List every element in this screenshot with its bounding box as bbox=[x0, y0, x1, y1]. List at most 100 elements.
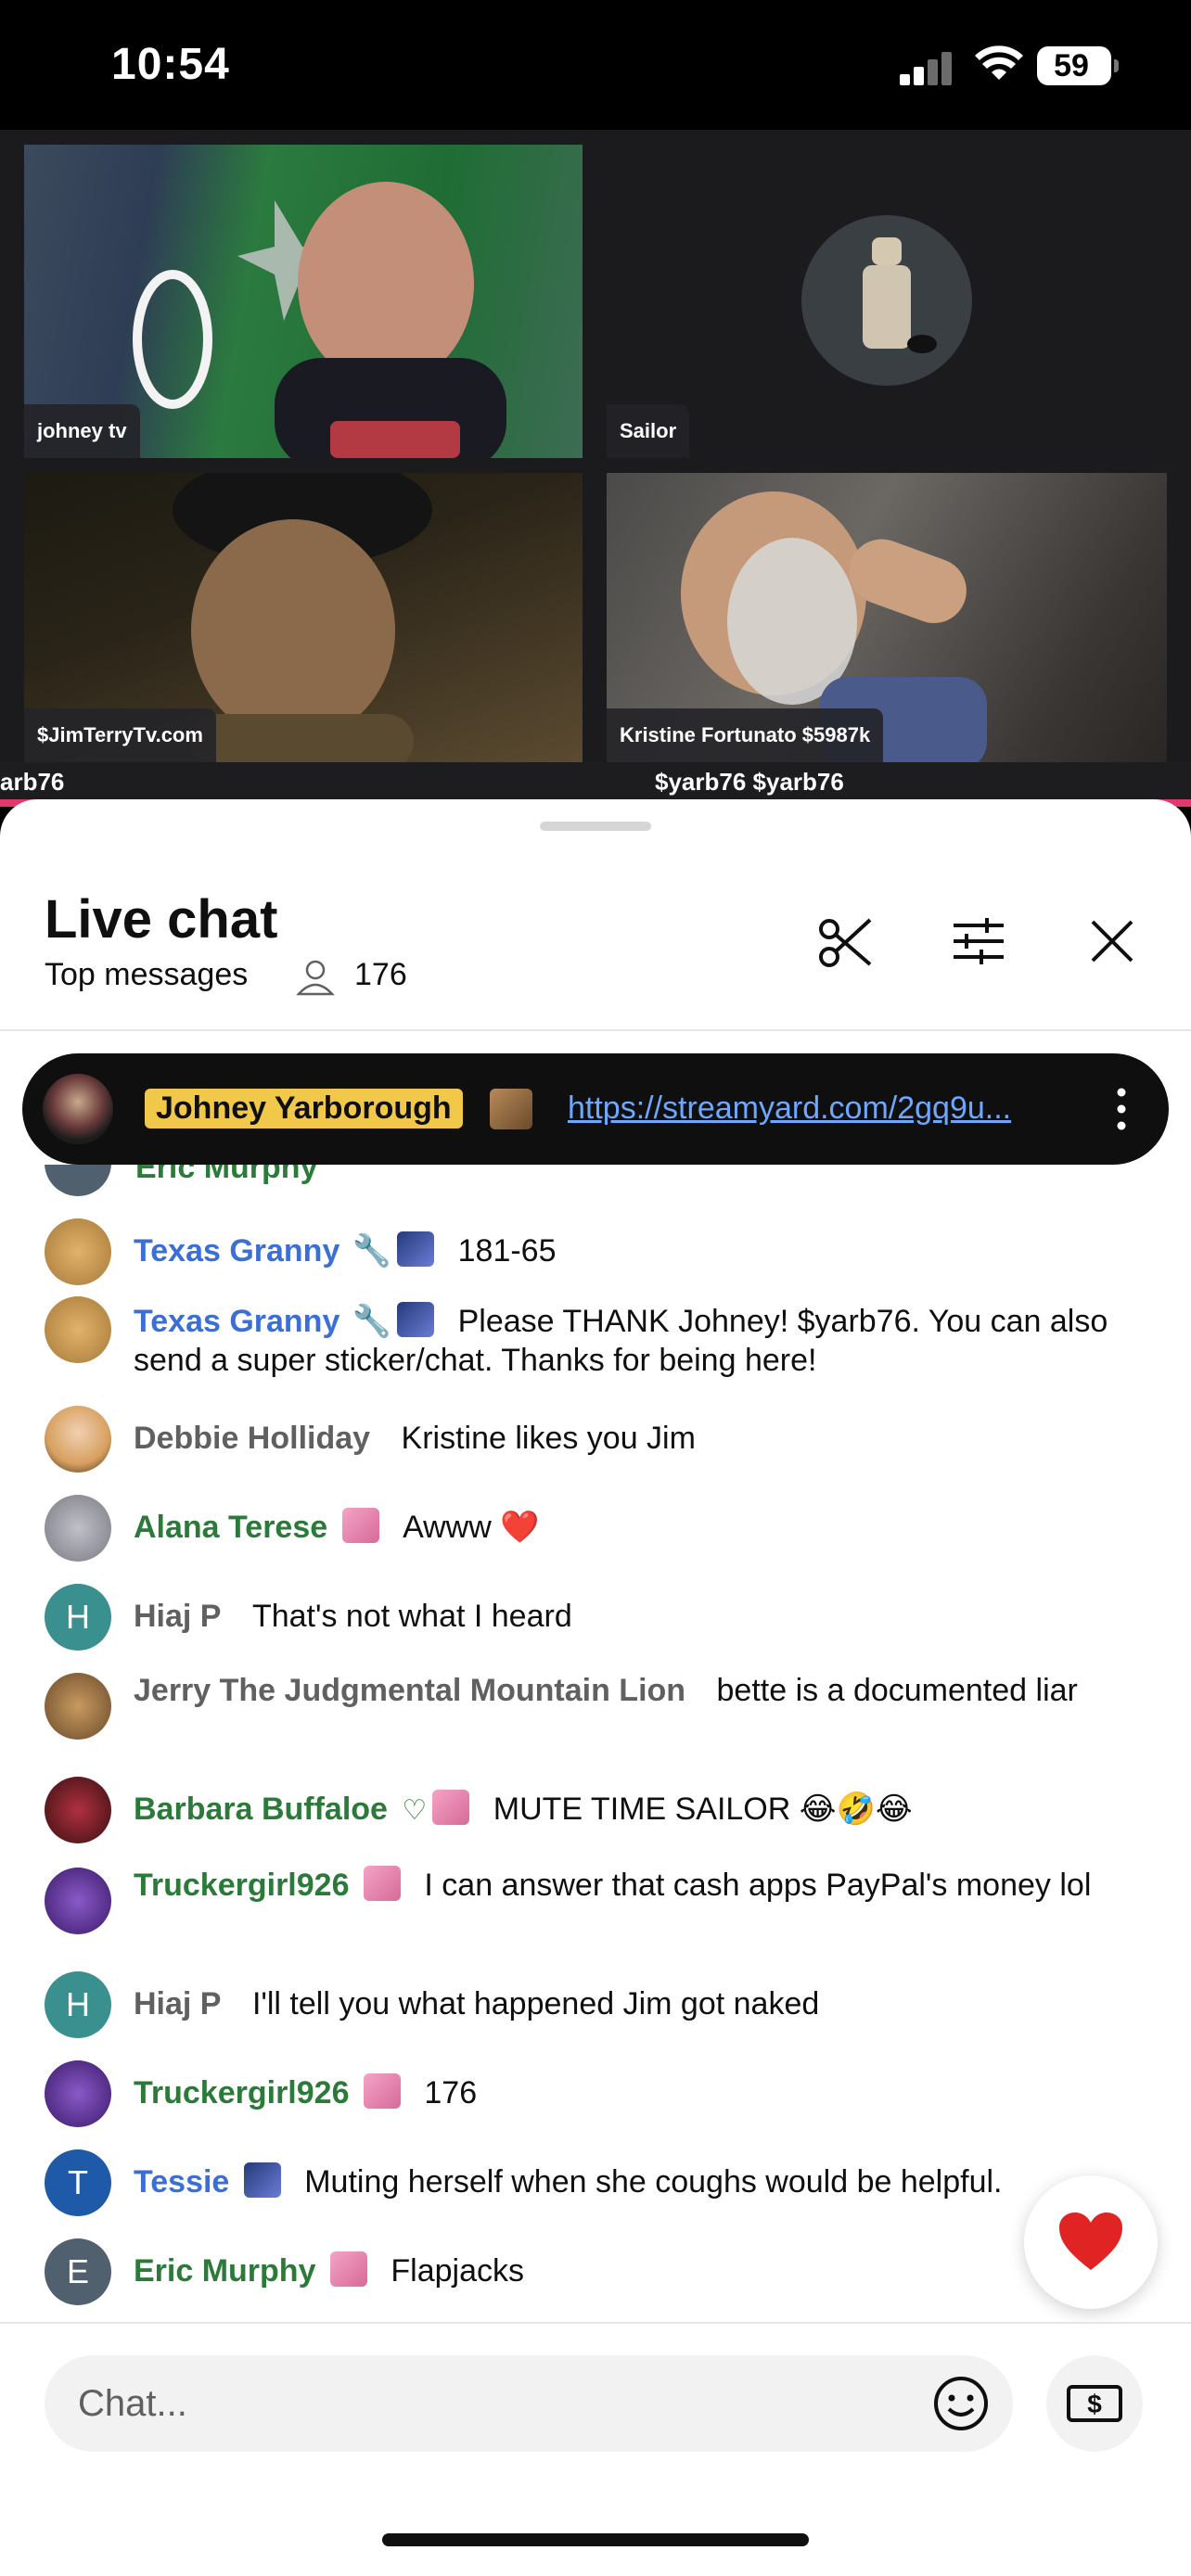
avatar bbox=[45, 1868, 111, 1934]
message-author[interactable]: Hiaj P bbox=[134, 1986, 221, 2021]
message-author[interactable]: Truckergirl926 bbox=[134, 2075, 349, 2111]
video-tile-johney-tv[interactable]: johney tv bbox=[24, 145, 583, 458]
heart-icon bbox=[1059, 2213, 1122, 2270]
member-badge-icon bbox=[397, 1302, 435, 1337]
list-item[interactable]: H Hiaj P That's not what I heard bbox=[45, 1584, 1158, 1651]
wrench-icon: 🔧 bbox=[352, 1304, 392, 1339]
avatar: T bbox=[45, 2149, 111, 2216]
divider bbox=[0, 2322, 1191, 2324]
wifi-icon bbox=[975, 45, 1023, 80]
participant-name: Kristine Fortunato $5987k bbox=[607, 708, 884, 762]
avatar bbox=[45, 2060, 111, 2127]
message-text: Kristine likes you Jim bbox=[401, 1421, 696, 1456]
super-chat-button[interactable]: $ bbox=[1046, 2355, 1143, 2452]
message-author[interactable]: Alana Terese bbox=[134, 1510, 327, 1545]
message-author[interactable]: Debbie Holliday bbox=[134, 1421, 370, 1456]
list-item[interactable]: Alana Terese Awww ❤️ bbox=[45, 1495, 1158, 1562]
member-badge-icon bbox=[397, 1231, 435, 1267]
list-item[interactable]: Jerry The Judgmental Mountain Lion bette… bbox=[45, 1673, 1158, 1751]
message-author[interactable]: Eric Murphy bbox=[134, 2253, 315, 2289]
panel-title: Live chat bbox=[45, 889, 278, 950]
member-badge-icon bbox=[243, 2162, 281, 2198]
message-text: Muting herself when she coughs would be … bbox=[304, 2164, 1003, 2200]
reaction-button[interactable] bbox=[1024, 2175, 1158, 2309]
cat-emoji-icon bbox=[490, 1089, 532, 1129]
list-item: Eric Murphy bbox=[45, 1165, 1158, 1202]
message-text: Awww ❤️ bbox=[403, 1510, 540, 1545]
message-author[interactable]: Texas Granny bbox=[134, 1304, 339, 1339]
avatar bbox=[45, 1673, 111, 1740]
message-author[interactable]: Eric Murphy bbox=[135, 1165, 317, 1186]
status-bar: 10:54 59 bbox=[0, 0, 1191, 130]
pinned-link[interactable]: https://streamyard.com/2gq9u... bbox=[568, 1090, 1106, 1127]
person-icon bbox=[296, 960, 335, 996]
avatar bbox=[45, 1165, 111, 1196]
ticker-text: $yarb76 $yarb76 bbox=[655, 768, 844, 796]
message-author[interactable]: Barbara Buffaloe bbox=[134, 1792, 388, 1827]
message-author[interactable]: Jerry The Judgmental Mountain Lion bbox=[134, 1673, 685, 1708]
tune-icon[interactable] bbox=[946, 909, 1011, 974]
participant-name: $JimTerryTv.com bbox=[24, 708, 216, 762]
chat-mode-selector[interactable]: Top messages bbox=[45, 957, 248, 993]
avatar bbox=[43, 1074, 113, 1144]
member-badge-icon bbox=[363, 1866, 401, 1901]
dollar-icon: $ bbox=[1067, 2385, 1122, 2422]
battery-icon: 59 bbox=[1037, 46, 1119, 85]
participant-name: Sailor bbox=[607, 404, 690, 458]
avatar bbox=[45, 1495, 111, 1562]
list-item[interactable]: Truckergirl926 I can answer that cash ap… bbox=[45, 1866, 1158, 1945]
video-tile-kristine[interactable]: Kristine Fortunato $5987k bbox=[607, 473, 1167, 762]
message-text: That's not what I heard bbox=[251, 1599, 572, 1634]
list-item[interactable]: E Eric Murphy Flapjacks bbox=[45, 2238, 1158, 2305]
message-author[interactable]: Truckergirl926 bbox=[134, 1868, 349, 1903]
list-item[interactable]: Debbie Holliday Kristine likes you Jim bbox=[45, 1406, 1158, 1473]
emoji-icon[interactable] bbox=[931, 2374, 991, 2433]
avatar: H bbox=[45, 1971, 111, 2038]
avatar: H bbox=[45, 1584, 111, 1651]
list-item[interactable]: H Hiaj P I'll tell you what happened Jim… bbox=[45, 1971, 1158, 2038]
participant-avatar bbox=[801, 215, 972, 386]
list-item[interactable]: Truckergirl926 176 bbox=[45, 2060, 1158, 2127]
chat-input-container[interactable] bbox=[45, 2355, 1013, 2452]
member-badge-icon bbox=[341, 1508, 379, 1543]
message-text: I'll tell you what happened Jim got nake… bbox=[251, 1986, 820, 2021]
scrolling-ticker: arb76 $yarb76 $yarb76 bbox=[0, 762, 1191, 799]
member-badge-icon bbox=[363, 2073, 401, 2109]
avatar bbox=[45, 1218, 111, 1285]
clock: 10:54 bbox=[111, 40, 230, 89]
video-tile-sailor[interactable]: Sailor bbox=[607, 145, 1167, 458]
message-author[interactable]: Texas Granny bbox=[134, 1233, 339, 1269]
member-badge-icon bbox=[329, 2251, 367, 2287]
ticker-text: arb76 bbox=[0, 768, 65, 796]
svg-text:$: $ bbox=[1087, 2390, 1102, 2418]
list-item[interactable]: Texas Granny 🔧 181-65 bbox=[45, 1218, 1158, 1285]
heart-outline-icon: ♡ bbox=[402, 1795, 428, 1826]
video-stage[interactable]: johney tv Sailor $JimTerryTv.com Kristin… bbox=[0, 130, 1191, 807]
list-item[interactable]: Barbara Buffaloe ♡ MUTE TIME SAILOR 😂🤣😂 bbox=[45, 1777, 1158, 1843]
video-tile-jimterrytv[interactable]: $JimTerryTv.com bbox=[24, 473, 583, 762]
member-badge-icon bbox=[432, 1790, 470, 1825]
message-text: 176 bbox=[424, 2075, 478, 2111]
message-author[interactable]: Hiaj P bbox=[134, 1599, 221, 1634]
list-item[interactable]: T Tessie Muting herself when she coughs … bbox=[45, 2149, 1158, 2216]
message-author[interactable]: Tessie bbox=[134, 2164, 229, 2200]
cellular-signal-icon bbox=[900, 48, 955, 85]
message-text: 181-65 bbox=[457, 1233, 557, 1269]
message-text: MUTE TIME SAILOR 😂🤣😂 bbox=[493, 1792, 913, 1827]
message-text: Flapjacks bbox=[391, 2253, 524, 2289]
wrench-icon: 🔧 bbox=[352, 1233, 392, 1269]
divider bbox=[0, 1029, 1191, 1031]
list-item[interactable]: Texas Granny 🔧 Please THANK Johney! $yar… bbox=[45, 1296, 1158, 1378]
pinned-author[interactable]: Johney Yarborough bbox=[145, 1089, 463, 1129]
home-indicator bbox=[382, 2533, 809, 2546]
more-options-icon[interactable] bbox=[1108, 1083, 1135, 1135]
participant-name: johney tv bbox=[24, 404, 140, 458]
avatar bbox=[45, 1777, 111, 1843]
message-text: bette is a documented liar bbox=[716, 1673, 1078, 1708]
pinned-message[interactable]: Johney Yarborough https://streamyard.com… bbox=[22, 1053, 1169, 1165]
scissors-icon[interactable] bbox=[813, 909, 877, 974]
close-icon[interactable] bbox=[1080, 909, 1145, 974]
drag-handle[interactable] bbox=[540, 822, 651, 831]
message-text: I can answer that cash apps PayPal's mon… bbox=[424, 1868, 1092, 1903]
chat-input[interactable] bbox=[78, 2379, 913, 2428]
